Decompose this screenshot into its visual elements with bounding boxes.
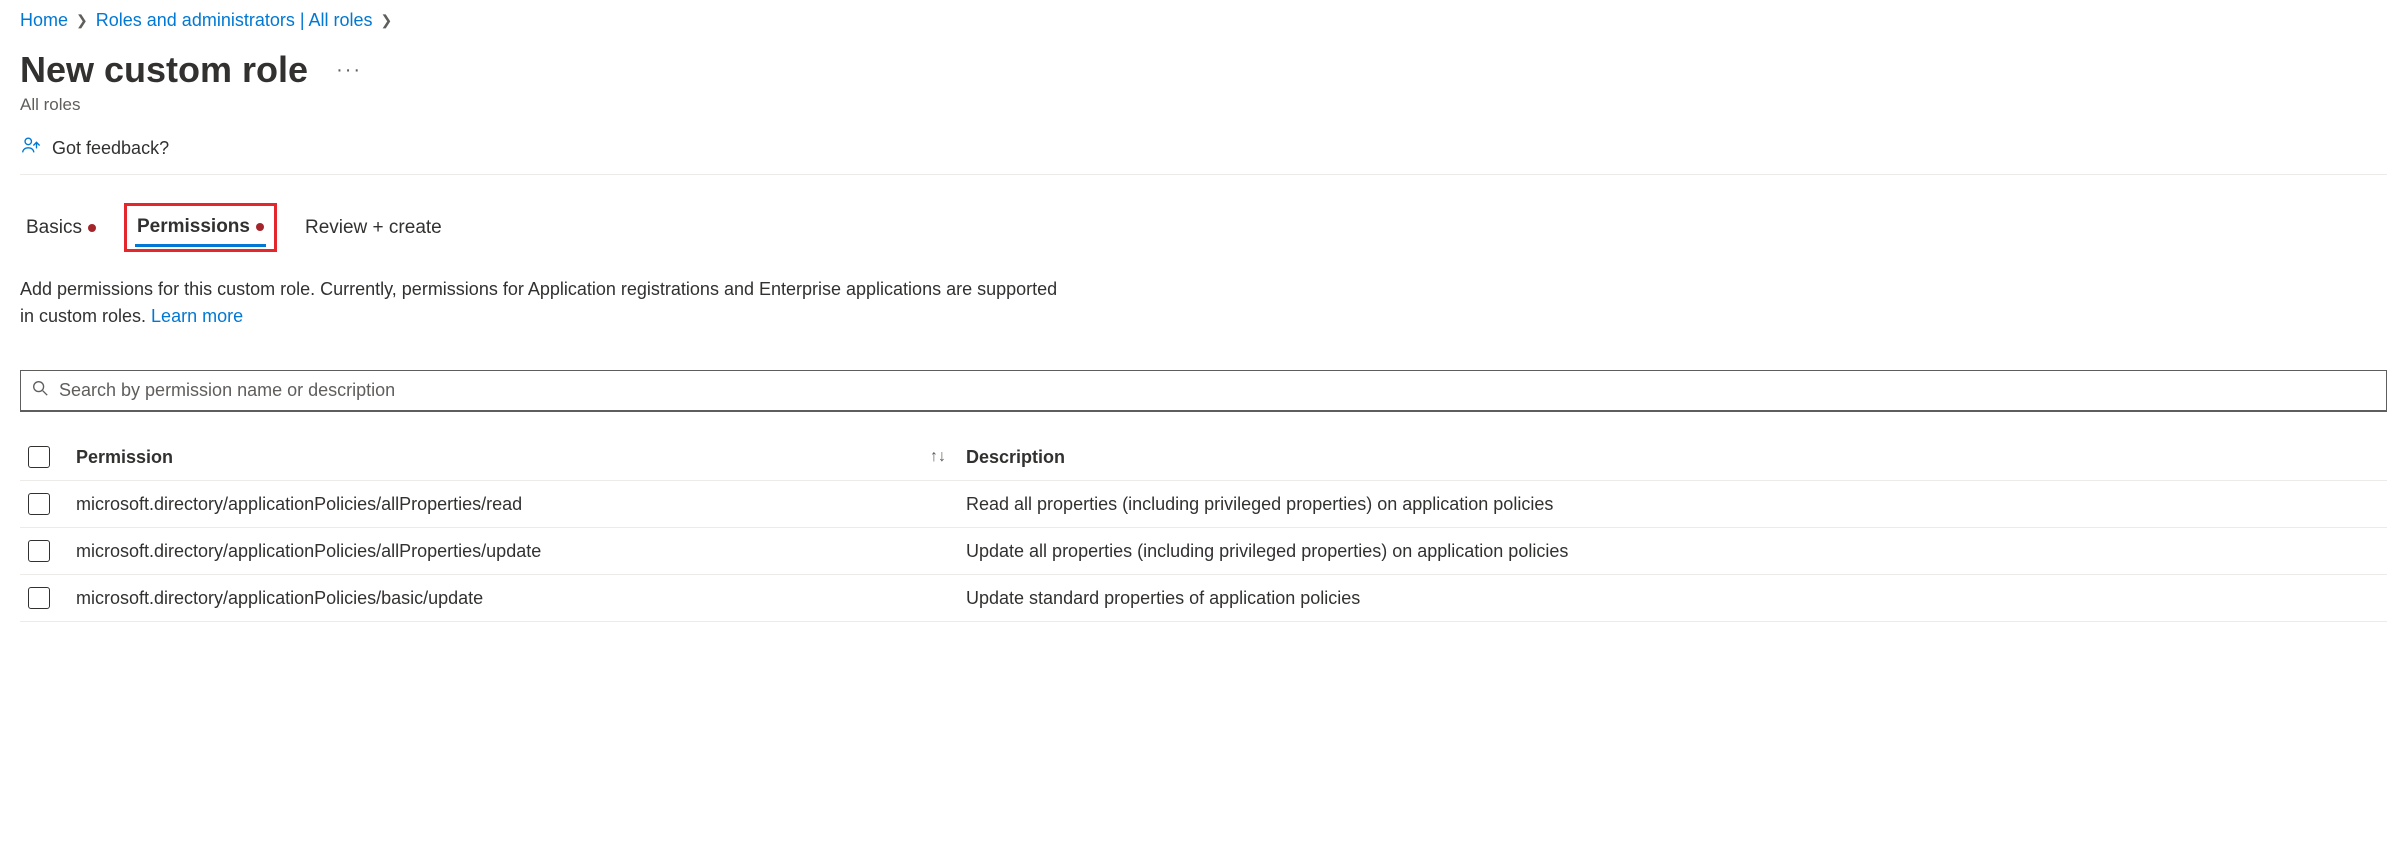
row-checkbox[interactable]: [28, 587, 50, 609]
search-input[interactable]: [59, 380, 2376, 401]
tabs: Basics Permissions Review + create: [20, 203, 2387, 252]
page-subtitle: All roles: [20, 95, 2387, 115]
page-title: New custom role: [20, 49, 308, 91]
description-line2: in custom roles.: [20, 306, 151, 326]
permissions-description: Add permissions for this custom role. Cu…: [20, 276, 2387, 330]
feedback-icon: [20, 135, 42, 162]
table-row[interactable]: microsoft.directory/applicationPolicies/…: [20, 528, 2387, 575]
tab-basics[interactable]: Basics: [24, 203, 98, 252]
permission-description: Read all properties (including privilege…: [966, 494, 2379, 515]
tab-permissions-label: Permissions: [137, 216, 250, 238]
tab-review-label: Review + create: [305, 217, 442, 239]
breadcrumb-home[interactable]: Home: [20, 10, 68, 31]
page-title-row: New custom role ···: [20, 49, 2387, 91]
permission-description: Update all properties (including privile…: [966, 541, 2379, 562]
feedback-bar: Got feedback?: [20, 135, 2387, 175]
tab-review-create[interactable]: Review + create: [303, 203, 444, 252]
description-line1: Add permissions for this custom role. Cu…: [20, 279, 1057, 299]
sort-icon[interactable]: ↑↓: [930, 448, 966, 466]
required-indicator-icon: [88, 224, 96, 232]
breadcrumb-roles[interactable]: Roles and administrators | All roles: [96, 10, 373, 31]
header-description[interactable]: Description: [966, 447, 1065, 467]
table-row[interactable]: microsoft.directory/applicationPolicies/…: [20, 575, 2387, 622]
got-feedback-link[interactable]: Got feedback?: [20, 135, 169, 162]
more-actions-button[interactable]: ···: [328, 55, 370, 86]
permission-name: microsoft.directory/applicationPolicies/…: [76, 588, 966, 609]
required-indicator-icon: [256, 223, 264, 231]
chevron-right-icon: ❯: [76, 12, 88, 29]
search-icon: [31, 379, 49, 402]
got-feedback-label: Got feedback?: [52, 138, 169, 159]
permissions-table: Permission ↑↓ Description microsoft.dire…: [20, 434, 2387, 622]
permission-description: Update standard properties of applicatio…: [966, 588, 2379, 609]
tab-basics-label: Basics: [26, 217, 82, 239]
select-all-checkbox[interactable]: [28, 446, 50, 468]
row-checkbox[interactable]: [28, 493, 50, 515]
header-permission[interactable]: Permission: [76, 447, 173, 468]
row-checkbox[interactable]: [28, 540, 50, 562]
search-box[interactable]: [20, 370, 2387, 412]
table-row[interactable]: microsoft.directory/applicationPolicies/…: [20, 481, 2387, 528]
tab-permissions-highlight: Permissions: [124, 203, 277, 252]
permission-name: microsoft.directory/applicationPolicies/…: [76, 494, 966, 515]
chevron-right-icon: ❯: [381, 12, 393, 29]
permission-name: microsoft.directory/applicationPolicies/…: [76, 541, 966, 562]
breadcrumb: Home ❯ Roles and administrators | All ro…: [20, 10, 2387, 31]
table-header: Permission ↑↓ Description: [20, 434, 2387, 481]
tab-permissions[interactable]: Permissions: [135, 210, 266, 247]
learn-more-link[interactable]: Learn more: [151, 306, 243, 326]
